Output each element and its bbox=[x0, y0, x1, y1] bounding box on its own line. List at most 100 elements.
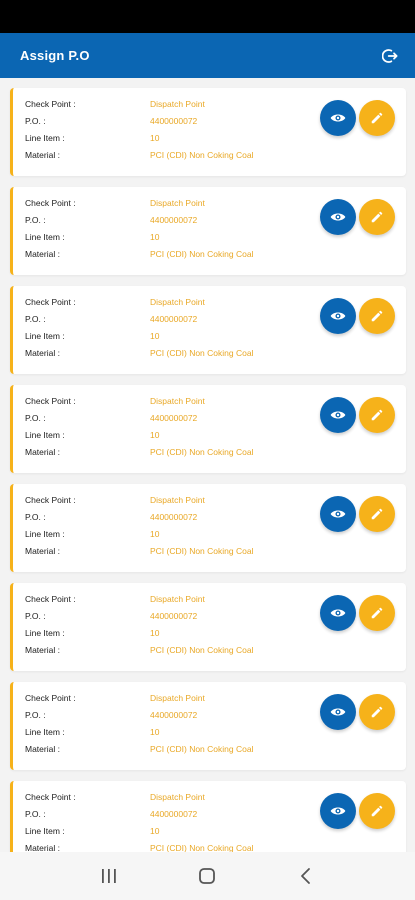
home-icon bbox=[199, 868, 216, 884]
check-point-value: Dispatch Point bbox=[150, 495, 205, 505]
check-point-row: Check Point : Dispatch Point bbox=[25, 495, 205, 506]
material-label: Material : bbox=[25, 843, 60, 852]
po-card[interactable]: Check Point : Dispatch Point P.O. : 4400… bbox=[10, 682, 406, 770]
edit-button[interactable] bbox=[359, 397, 395, 433]
view-button[interactable] bbox=[320, 199, 356, 235]
back-button[interactable] bbox=[291, 861, 321, 891]
view-button[interactable] bbox=[320, 595, 356, 631]
check-point-row: Check Point : Dispatch Point bbox=[25, 693, 205, 704]
po-label: P.O. : bbox=[25, 611, 46, 621]
po-row: P.O. : 4400000072 bbox=[25, 215, 197, 226]
view-button[interactable] bbox=[320, 298, 356, 334]
material-row: Material : PCI (CDI) Non Coking Coal bbox=[25, 447, 253, 458]
edit-button[interactable] bbox=[359, 694, 395, 730]
view-button[interactable] bbox=[320, 694, 356, 730]
line-item-label: Line Item : bbox=[25, 628, 65, 638]
status-bar bbox=[0, 0, 415, 33]
check-point-label: Check Point : bbox=[25, 495, 76, 505]
check-point-label: Check Point : bbox=[25, 297, 76, 307]
po-label: P.O. : bbox=[25, 512, 46, 522]
view-button[interactable] bbox=[320, 496, 356, 532]
po-value: 4400000072 bbox=[150, 611, 198, 621]
edit-button[interactable] bbox=[359, 298, 395, 334]
edit-button[interactable] bbox=[359, 595, 395, 631]
po-value: 4400000072 bbox=[150, 413, 198, 423]
line-item-row: Line Item : 10 bbox=[25, 133, 159, 144]
check-point-value: Dispatch Point bbox=[150, 297, 205, 307]
view-button[interactable] bbox=[320, 793, 356, 829]
check-point-row: Check Point : Dispatch Point bbox=[25, 594, 205, 605]
material-row: Material : PCI (CDI) Non Coking Coal bbox=[25, 546, 253, 557]
view-button[interactable] bbox=[320, 397, 356, 433]
material-label: Material : bbox=[25, 447, 60, 457]
material-row: Material : PCI (CDI) Non Coking Coal bbox=[25, 249, 253, 260]
material-label: Material : bbox=[25, 744, 60, 754]
po-label: P.O. : bbox=[25, 413, 46, 423]
material-value: PCI (CDI) Non Coking Coal bbox=[150, 843, 254, 852]
line-item-row: Line Item : 10 bbox=[25, 232, 159, 243]
line-item-label: Line Item : bbox=[25, 331, 65, 341]
line-item-value: 10 bbox=[150, 331, 160, 341]
po-card[interactable]: Check Point : Dispatch Point P.O. : 4400… bbox=[10, 781, 406, 852]
recents-button[interactable] bbox=[94, 861, 124, 891]
check-point-label: Check Point : bbox=[25, 594, 76, 604]
po-row: P.O. : 4400000072 bbox=[25, 512, 197, 523]
check-point-value: Dispatch Point bbox=[150, 693, 205, 703]
back-icon bbox=[300, 868, 310, 884]
eye-icon bbox=[330, 213, 346, 221]
check-point-value: Dispatch Point bbox=[150, 198, 205, 208]
check-point-label: Check Point : bbox=[25, 99, 76, 109]
material-value: PCI (CDI) Non Coking Coal bbox=[150, 150, 254, 160]
eye-icon bbox=[330, 609, 346, 617]
view-button[interactable] bbox=[320, 100, 356, 136]
po-card[interactable]: Check Point : Dispatch Point P.O. : 4400… bbox=[10, 286, 406, 374]
material-row: Material : PCI (CDI) Non Coking Coal bbox=[25, 348, 253, 359]
material-value: PCI (CDI) Non Coking Coal bbox=[150, 348, 254, 358]
app-bar: Assign P.O bbox=[0, 33, 415, 78]
po-value: 4400000072 bbox=[150, 710, 198, 720]
po-row: P.O. : 4400000072 bbox=[25, 314, 197, 325]
line-item-value: 10 bbox=[150, 529, 160, 539]
po-value: 4400000072 bbox=[150, 116, 198, 126]
line-item-value: 10 bbox=[150, 628, 160, 638]
line-item-row: Line Item : 10 bbox=[25, 430, 159, 441]
eye-icon bbox=[330, 708, 346, 716]
po-label: P.O. : bbox=[25, 215, 46, 225]
material-value: PCI (CDI) Non Coking Coal bbox=[150, 744, 254, 754]
pencil-icon bbox=[371, 112, 383, 124]
check-point-label: Check Point : bbox=[25, 198, 76, 208]
pencil-icon bbox=[371, 706, 383, 718]
po-label: P.O. : bbox=[25, 809, 46, 819]
po-list[interactable]: Check Point : Dispatch Point P.O. : 4400… bbox=[0, 78, 415, 852]
material-row: Material : PCI (CDI) Non Coking Coal bbox=[25, 150, 253, 161]
po-row: P.O. : 4400000072 bbox=[25, 413, 197, 424]
check-point-row: Check Point : Dispatch Point bbox=[25, 99, 205, 110]
po-card[interactable]: Check Point : Dispatch Point P.O. : 4400… bbox=[10, 88, 406, 176]
material-row: Material : PCI (CDI) Non Coking Coal bbox=[25, 744, 253, 755]
edit-button[interactable] bbox=[359, 496, 395, 532]
edit-button[interactable] bbox=[359, 199, 395, 235]
home-button[interactable] bbox=[192, 861, 222, 891]
po-value: 4400000072 bbox=[150, 314, 198, 324]
check-point-label: Check Point : bbox=[25, 792, 76, 802]
line-item-row: Line Item : 10 bbox=[25, 628, 159, 639]
logout-button[interactable] bbox=[379, 45, 401, 67]
edit-button[interactable] bbox=[359, 100, 395, 136]
material-row: Material : PCI (CDI) Non Coking Coal bbox=[25, 645, 253, 656]
po-value: 4400000072 bbox=[150, 215, 198, 225]
po-card[interactable]: Check Point : Dispatch Point P.O. : 4400… bbox=[10, 187, 406, 275]
line-item-label: Line Item : bbox=[25, 133, 65, 143]
page-title: Assign P.O bbox=[20, 48, 90, 63]
pencil-icon bbox=[371, 409, 383, 421]
po-card[interactable]: Check Point : Dispatch Point P.O. : 4400… bbox=[10, 583, 406, 671]
material-label: Material : bbox=[25, 249, 60, 259]
edit-button[interactable] bbox=[359, 793, 395, 829]
line-item-label: Line Item : bbox=[25, 232, 65, 242]
line-item-row: Line Item : 10 bbox=[25, 529, 159, 540]
po-card[interactable]: Check Point : Dispatch Point P.O. : 4400… bbox=[10, 385, 406, 473]
material-label: Material : bbox=[25, 546, 60, 556]
line-item-label: Line Item : bbox=[25, 529, 65, 539]
po-card[interactable]: Check Point : Dispatch Point P.O. : 4400… bbox=[10, 484, 406, 572]
pencil-icon bbox=[371, 607, 383, 619]
line-item-row: Line Item : 10 bbox=[25, 331, 159, 342]
